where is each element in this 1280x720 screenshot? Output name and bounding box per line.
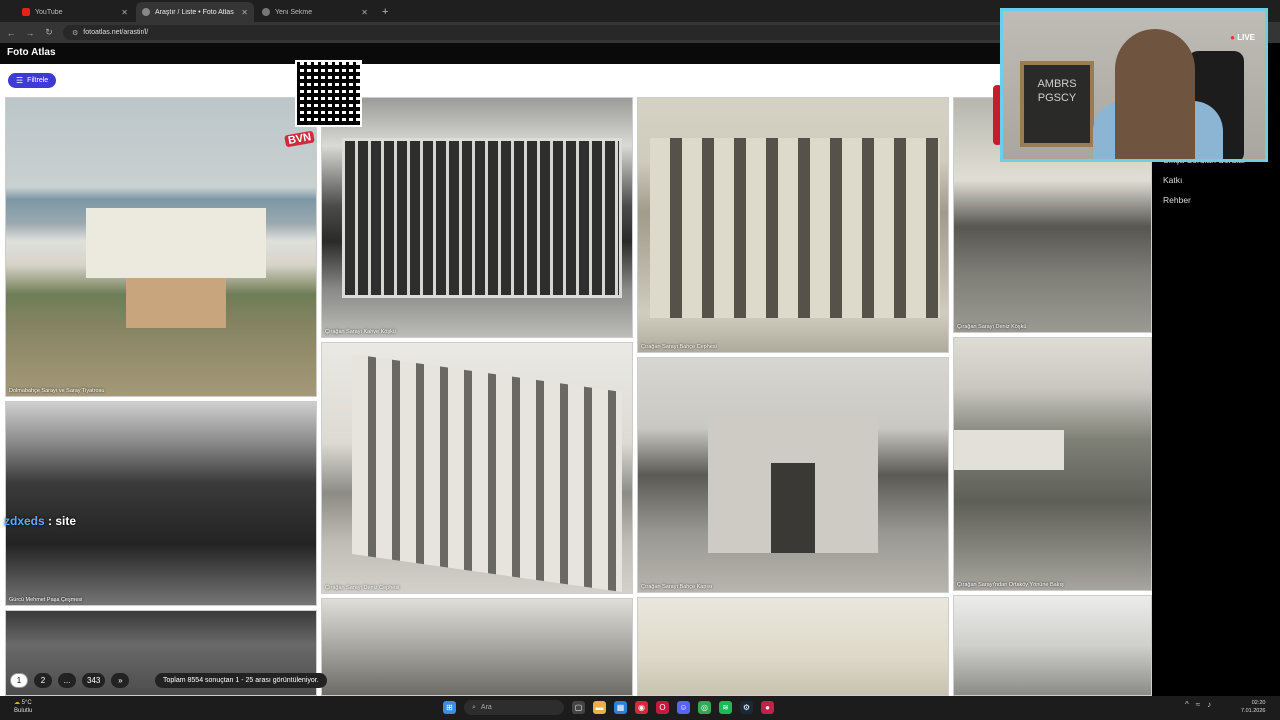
folder-icon[interactable]: ▬ — [593, 701, 606, 714]
tab-label: Araştır / Liste • Foto Atlas — [155, 8, 234, 16]
stream-watermark: zdxeds : site — [4, 514, 76, 528]
photo-card[interactable]: Gürcü Mehmet Paşa Çeşmesi — [5, 401, 317, 606]
qr-code — [295, 60, 362, 127]
wifi-icon[interactable]: ≈ — [1196, 700, 1200, 709]
weather-temp: 5°C — [21, 700, 32, 706]
forward-icon[interactable]: → — [25, 28, 35, 38]
windows-taskbar: ☁ 5°C Bulutlu ⊞ ⌕ Ara ▢ ▬ ▦ ◉ O ☺ ◎ ≋ ⚙ ●… — [0, 696, 1280, 720]
screen: YouTube ✕ Araştır / Liste • Foto Atlas ✕… — [0, 0, 1280, 720]
chalkboard: AMBRS PGSCY — [1020, 61, 1094, 147]
close-icon[interactable]: ✕ — [121, 8, 128, 17]
start-icon[interactable]: ⊞ — [443, 701, 456, 714]
photo-card[interactable]: Dolmabahçe Sarayı ve Saray Tiyatrosu — [5, 97, 317, 397]
facade-shape — [352, 354, 622, 592]
new-tab-button[interactable]: + — [376, 6, 394, 22]
clock-time: 02:20 — [1251, 700, 1266, 706]
filter-label: Filtrele — [27, 77, 49, 84]
watermark-suffix: : site — [44, 514, 77, 528]
photo-caption: Gürcü Mehmet Paşa Çeşmesi — [9, 597, 83, 603]
menu-item-guide[interactable]: Rehber — [1152, 190, 1280, 210]
pagination: 1 2 ... 343 » — [10, 673, 130, 688]
photo-caption: Çırağan Sarayı Bahçe Cephesi — [641, 344, 717, 350]
app-icon[interactable]: ◉ — [635, 701, 648, 714]
taskbar-apps: ⊞ ⌕ Ara ▢ ▬ ▦ ◉ O ☺ ◎ ≋ ⚙ ● — [443, 700, 774, 715]
photo-card[interactable] — [321, 598, 633, 696]
photo-card[interactable]: Çırağan Sarayı Deniz Cephesi — [321, 342, 633, 594]
next-page-button[interactable]: » — [111, 673, 130, 688]
palace-shape — [86, 208, 266, 278]
store-icon[interactable]: ▦ — [614, 701, 627, 714]
page-button[interactable]: 2 — [34, 673, 52, 688]
opera-icon[interactable]: O — [656, 701, 669, 714]
photo-caption: Çırağan Sarayı Kahve Köşkü — [325, 329, 396, 335]
photo-card[interactable]: Çırağan Sarayı Bahçe Cephesi — [637, 97, 949, 353]
photo-caption: Dolmabahçe Sarayı ve Saray Tiyatrosu — [9, 388, 105, 394]
url-bar[interactable]: ⚙ fotoatlas.net/arastir/l/ — [63, 25, 1023, 40]
search-icon: ⌕ — [472, 703, 476, 711]
photo-card[interactable]: Çırağan Sarayı Kahve Köşkü — [321, 97, 633, 338]
globe-icon — [262, 8, 270, 16]
tab-label: Yeni Sekme — [275, 8, 313, 16]
back-icon[interactable]: ← — [6, 28, 16, 38]
filter-button[interactable]: ☰ Filtrele — [8, 73, 57, 88]
photo-gallery: ☰ Filtrele Dolmabahçe Sarayı ve Saray Ti… — [0, 64, 1152, 696]
task-view-icon[interactable]: ▢ — [572, 701, 585, 714]
globe-icon — [142, 8, 150, 16]
taskbar-search[interactable]: ⌕ Ara — [464, 700, 564, 715]
watermark-handle: zdxeds — [4, 514, 45, 528]
door-shape — [771, 463, 815, 553]
taskbar-clock[interactable]: 02:20 7.01.2026 — [1241, 699, 1265, 715]
tab-youtube[interactable]: YouTube ✕ — [16, 2, 134, 22]
youtube-icon — [22, 8, 30, 16]
live-label: LIVE — [1237, 33, 1255, 42]
photo-caption: Çırağan Sarayı Deniz Cephesi — [325, 585, 400, 591]
photo-card[interactable]: Çırağan Sarayı'ndan Ortaköy Yönüne Bakış — [953, 337, 1152, 591]
photo-caption: Çırağan Sarayı'ndan Ortaköy Yönüne Bakış — [957, 582, 1064, 588]
chevron-up-icon[interactable]: ^ — [1185, 700, 1189, 709]
search-placeholder: Ara — [480, 704, 492, 711]
close-icon[interactable]: ✕ — [361, 8, 368, 17]
site-logo[interactable]: Foto Atlas — [7, 47, 56, 58]
weather-icon: ☁ — [14, 700, 20, 706]
discord-icon[interactable]: ☺ — [677, 701, 690, 714]
photo-card[interactable]: Çırağan Sarayı Bahçe Kapısı — [637, 357, 949, 593]
clock-date: 7.01.2026 — [1241, 708, 1266, 714]
tab-foto-atlas[interactable]: Araştır / Liste • Foto Atlas ✕ — [136, 2, 254, 22]
close-icon[interactable]: ✕ — [241, 8, 248, 17]
site-info-icon[interactable]: ⚙ — [72, 29, 78, 37]
chrome-icon[interactable]: ◎ — [698, 701, 711, 714]
results-info: Toplam 8554 sonuçtan 1 - 25 arası görünt… — [155, 673, 327, 688]
system-tray: ^ ≈ ♪ — [1185, 700, 1211, 709]
url-text: fotoatlas.net/arastir/l/ — [83, 29, 149, 36]
spotify-icon[interactable]: ≋ — [719, 701, 732, 714]
menu-item-contribute[interactable]: Katkı — [1152, 170, 1280, 190]
tab-label: YouTube — [35, 8, 63, 16]
pavilion-shape — [342, 138, 622, 298]
reload-icon[interactable]: ↻ — [44, 27, 54, 38]
filter-icon: ☰ — [16, 76, 24, 85]
weather-desc: Bulutlu — [14, 708, 33, 714]
page-button[interactable]: 343 — [82, 673, 106, 688]
facade-shape — [650, 138, 940, 318]
obs-icon[interactable]: ● — [761, 701, 774, 714]
page-button[interactable]: 1 — [10, 673, 28, 688]
site-header: Foto Atlas — [0, 43, 1000, 64]
steam-icon[interactable]: ⚙ — [740, 701, 753, 714]
webcam-overlay: AMBRS PGSCY ● LIVE — [1000, 8, 1268, 162]
live-indicator: ● LIVE — [1230, 33, 1255, 42]
photo-caption: Çırağan Sarayı Deniz Köşkü — [957, 324, 1027, 330]
pavilion-shape — [954, 430, 1064, 470]
tab-new[interactable]: Yeni Sekme ✕ — [256, 2, 374, 22]
volume-icon[interactable]: ♪ — [1207, 700, 1211, 709]
photo-card[interactable] — [953, 595, 1152, 696]
page-ellipsis: ... — [58, 673, 76, 688]
streamer-head — [1115, 29, 1195, 159]
photo-card[interactable] — [637, 597, 949, 696]
photo-caption: Çırağan Sarayı Bahçe Kapısı — [641, 584, 713, 590]
theatre-shape — [126, 278, 226, 328]
weather-widget[interactable]: ☁ 5°C Bulutlu — [14, 699, 32, 715]
